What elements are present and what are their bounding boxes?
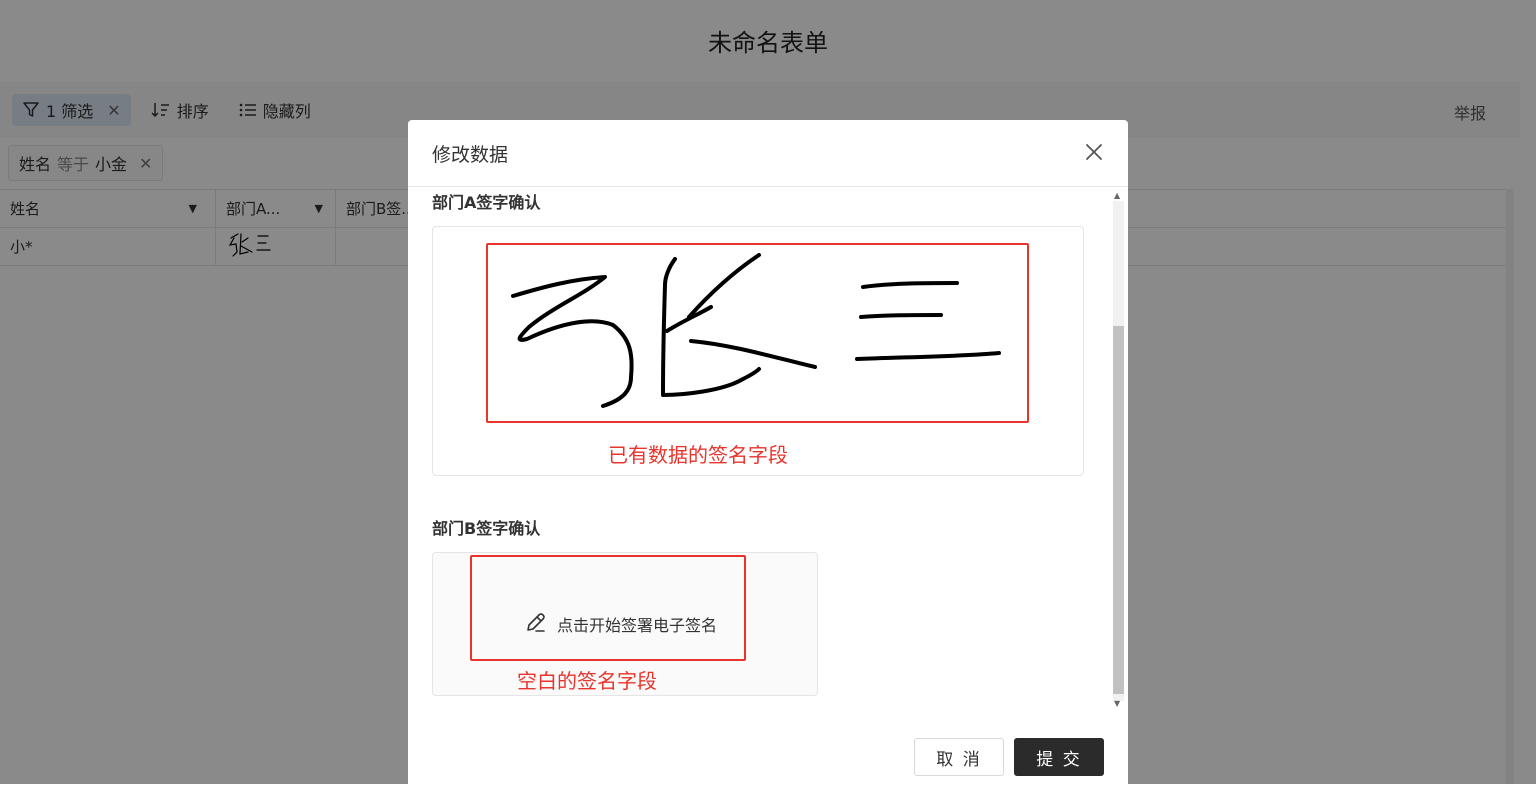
scroll-up-icon[interactable]: ▲ <box>1114 191 1120 200</box>
modal-title: 修改数据 <box>432 143 509 166</box>
start-signing-label: 点击开始签署电子签名 <box>557 616 718 635</box>
annotation-note-a: 已有数据的签名字段 <box>608 443 788 467</box>
annotation-note-b: 空白的签名字段 <box>517 669 657 693</box>
modal-header: 修改数据 <box>408 120 1128 187</box>
field-b-label: 部门B签字确认 <box>432 519 541 538</box>
modal-scrollbar[interactable]: ▲ ▼ <box>1110 187 1126 715</box>
submit-button[interactable]: 提 交 <box>1014 738 1104 776</box>
field-a-label: 部门A签字确认 <box>432 193 541 212</box>
cancel-button[interactable]: 取 消 <box>914 738 1004 776</box>
modal-footer: 取 消 提 交 <box>914 738 1104 776</box>
close-icon[interactable] <box>1084 142 1104 166</box>
modal-body: 部门A签字确认 已有数据的签名字段 部门B签字确认 点击开始签署电子签名 空白的… <box>408 187 1128 715</box>
annotation-rect-a <box>486 243 1029 423</box>
edit-data-modal: 修改数据 部门A签字确认 已有数据的签名字段 部门B签字确认 点击开始签署电子签… <box>408 120 1128 800</box>
signature-field-a[interactable]: 已有数据的签名字段 <box>432 226 1084 476</box>
annotation-rect-b <box>470 555 746 661</box>
start-signing-hint[interactable]: 点击开始签署电子签名 <box>525 611 717 637</box>
signature-field-b[interactable]: 点击开始签署电子签名 空白的签名字段 <box>432 552 818 696</box>
pen-icon <box>525 611 547 637</box>
scroll-down-icon[interactable]: ▼ <box>1114 699 1120 708</box>
scroll-thumb[interactable] <box>1113 326 1124 694</box>
